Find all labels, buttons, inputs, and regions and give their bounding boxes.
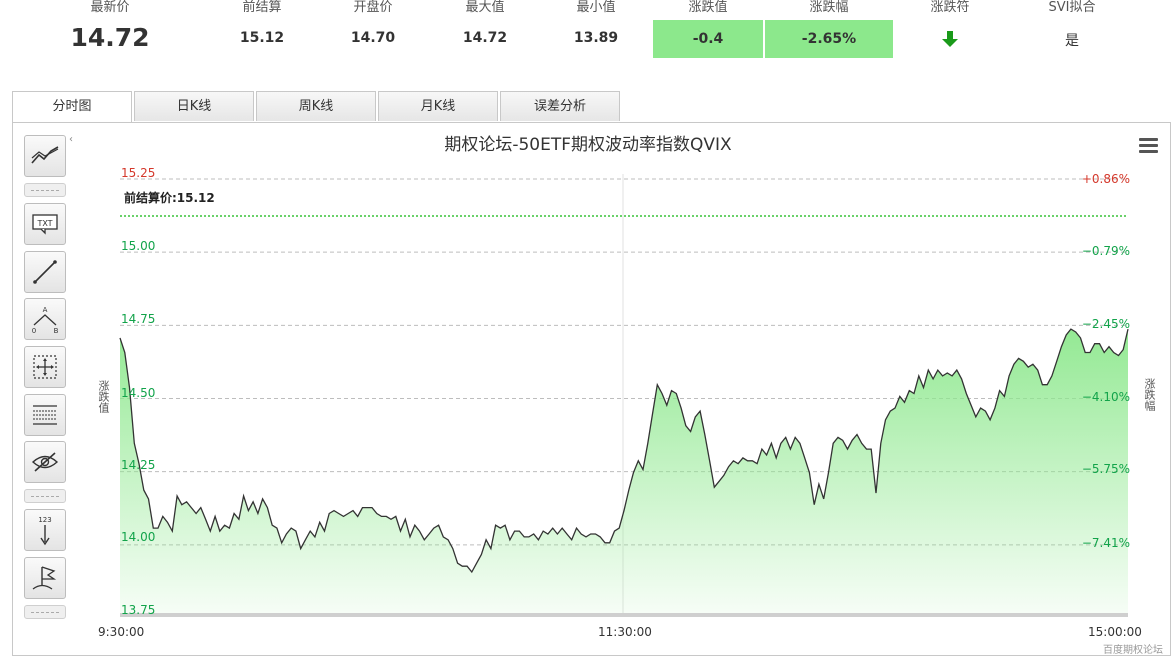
y2-tick-label: −4.10% bbox=[1081, 390, 1130, 404]
y-tick-label: 14.75 bbox=[121, 312, 156, 326]
x-tick-label: 9:30:00 bbox=[98, 625, 145, 639]
y-tick-label: 15.25 bbox=[121, 166, 156, 180]
price-area bbox=[120, 329, 1128, 613]
right-axis-title: 涨跌幅 bbox=[1143, 378, 1156, 411]
y-tick-label: 13.75 bbox=[121, 603, 156, 617]
left-axis-title: 涨跌值 bbox=[97, 380, 110, 413]
y-tick-label: 15.00 bbox=[121, 239, 156, 253]
x-tick-label: 15:00:00 bbox=[1088, 625, 1142, 639]
y2-tick-label: −2.45% bbox=[1081, 317, 1130, 331]
intraday-chart[interactable] bbox=[0, 0, 1176, 671]
credit-label: 百度期权论坛 bbox=[1103, 645, 1163, 656]
y2-tick-label: −5.75% bbox=[1081, 462, 1130, 476]
y-tick-label: 14.50 bbox=[121, 386, 156, 400]
y2-tick-label: −7.41% bbox=[1081, 536, 1130, 550]
x-tick-label: 11:30:00 bbox=[598, 625, 652, 639]
y-tick-label: 14.25 bbox=[121, 458, 156, 472]
y2-tick-label: +0.86% bbox=[1081, 172, 1130, 186]
x-axis bbox=[120, 613, 1128, 617]
prev-close-label: 前结算价:15.12 bbox=[124, 191, 215, 205]
y2-tick-label: −0.79% bbox=[1081, 244, 1130, 258]
y-tick-label: 14.00 bbox=[121, 530, 156, 544]
